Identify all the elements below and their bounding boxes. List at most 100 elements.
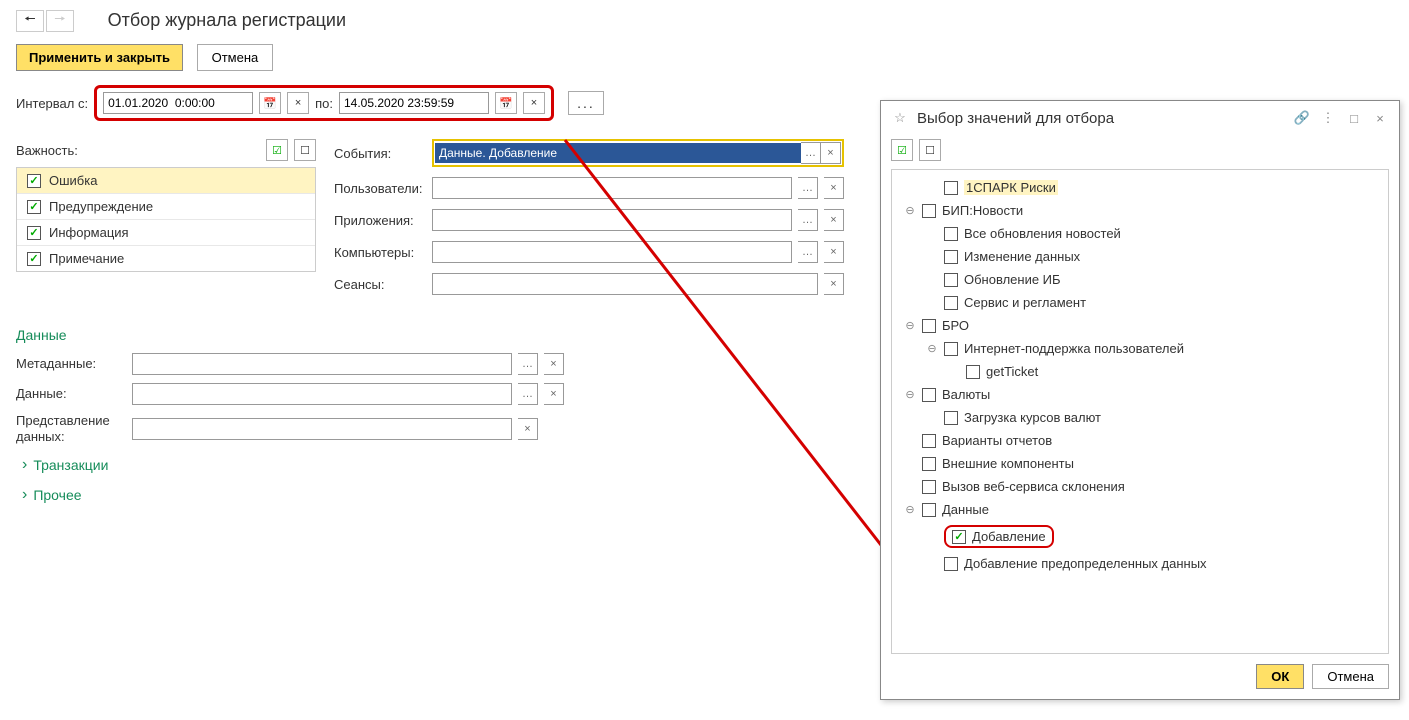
tree-node[interactable]: Вызов веб-сервиса склонения — [892, 475, 1388, 498]
tree-checkbox[interactable] — [922, 204, 936, 218]
tree-checkbox[interactable] — [944, 296, 958, 310]
importance-item-info[interactable]: ✓ Информация — [17, 220, 315, 246]
apps-clear-button[interactable]: × — [824, 209, 844, 231]
dialog-ok-button[interactable]: ОК — [1256, 664, 1304, 689]
clear-to-button[interactable]: × — [523, 92, 545, 114]
tree-toggle-icon[interactable]: ⊖ — [904, 388, 916, 401]
events-clear-button[interactable]: × — [821, 142, 841, 164]
tree-checkbox[interactable] — [922, 480, 936, 494]
link-icon[interactable]: 🔗 — [1293, 109, 1311, 127]
tree-toggle-icon[interactable]: ⊖ — [904, 503, 916, 516]
tree-node[interactable]: Загрузка курсов валют — [892, 406, 1388, 429]
tree-node[interactable]: Варианты отчетов — [892, 429, 1388, 452]
importance-item-error[interactable]: ✓ Ошибка — [17, 168, 315, 194]
tree-checkbox[interactable] — [922, 434, 936, 448]
interval-more-button[interactable]: ... — [568, 91, 604, 115]
data-clear-button[interactable]: × — [544, 383, 564, 405]
checkbox-icon[interactable]: ✓ — [27, 226, 41, 240]
importance-label: Важность: — [16, 143, 78, 158]
nav-forward-button[interactable]: 🠖 — [46, 10, 74, 32]
tree-node-highlight: ✓Добавление — [944, 525, 1054, 548]
repr-input[interactable] — [132, 418, 512, 440]
star-icon[interactable]: ☆ — [891, 109, 909, 127]
computers-input[interactable] — [432, 241, 792, 263]
calendar-from-icon[interactable]: 📅 — [259, 92, 281, 114]
interval-to-input[interactable] — [339, 92, 489, 114]
tree-checkbox[interactable]: ✓ — [952, 530, 966, 544]
tree-checkbox[interactable] — [944, 250, 958, 264]
deselect-all-button[interactable]: ☐ — [294, 139, 316, 161]
users-pick-button[interactable]: … — [798, 177, 818, 199]
tree-node[interactable]: Сервис и регламент — [892, 291, 1388, 314]
checkbox-icon[interactable]: ✓ — [27, 200, 41, 214]
tree-node[interactable]: ✓Добавление — [892, 521, 1388, 552]
importance-item-note[interactable]: ✓ Примечание — [17, 246, 315, 271]
metadata-pick-button[interactable]: … — [518, 353, 538, 375]
apps-label: Приложения: — [334, 213, 426, 228]
tree-node[interactable]: ⊖ Данные — [892, 498, 1388, 521]
tree-node[interactable]: Изменение данных — [892, 245, 1388, 268]
interval-from-input[interactable] — [103, 92, 253, 114]
metadata-clear-button[interactable]: × — [544, 353, 564, 375]
close-icon[interactable]: × — [1371, 109, 1389, 127]
tree-toggle-icon[interactable]: ⊖ — [904, 204, 916, 217]
data-pick-button[interactable]: … — [518, 383, 538, 405]
tree-node-label: 1СПАРК Риски — [964, 180, 1058, 195]
apps-pick-button[interactable]: … — [798, 209, 818, 231]
tree-checkbox[interactable] — [922, 503, 936, 517]
tree-toggle-icon[interactable]: ⊖ — [904, 319, 916, 332]
data-input[interactable] — [132, 383, 512, 405]
tree-node[interactable]: Добавление предопределенных данных — [892, 552, 1388, 575]
tree-checkbox[interactable] — [944, 557, 958, 571]
clear-from-button[interactable]: × — [287, 92, 309, 114]
tree-checkbox[interactable] — [944, 342, 958, 356]
users-clear-button[interactable]: × — [824, 177, 844, 199]
events-input[interactable]: Данные. Добавление — [435, 143, 801, 163]
metadata-input[interactable] — [132, 353, 512, 375]
tree-node[interactable]: Обновление ИБ — [892, 268, 1388, 291]
users-input[interactable] — [432, 177, 792, 199]
tree-node-label: Данные — [942, 502, 989, 517]
tree-node[interactable]: ⊖ БРО — [892, 314, 1388, 337]
tree-checkbox[interactable] — [922, 319, 936, 333]
sessions-clear-button[interactable]: × — [824, 273, 844, 295]
tree-checkbox[interactable] — [944, 181, 958, 195]
tree-node[interactable]: Внешние компоненты — [892, 452, 1388, 475]
computers-clear-button[interactable]: × — [824, 241, 844, 263]
sessions-input[interactable] — [432, 273, 818, 295]
repr-clear-button[interactable]: × — [518, 418, 538, 440]
events-pick-button[interactable]: … — [801, 142, 821, 164]
checkbox-icon[interactable]: ✓ — [27, 252, 41, 266]
tree-checkbox[interactable] — [944, 273, 958, 287]
more-icon[interactable]: ⋮ — [1319, 109, 1337, 127]
calendar-to-icon[interactable]: 📅 — [495, 92, 517, 114]
tree-node[interactable]: ⊖Валюты — [892, 383, 1388, 406]
apps-input[interactable] — [432, 209, 792, 231]
tree-toggle-icon[interactable]: ⊖ — [926, 342, 938, 355]
events-highlight: Данные. Добавление … × — [432, 139, 844, 167]
select-all-button[interactable]: ☑ — [266, 139, 288, 161]
tree-checkbox[interactable] — [944, 227, 958, 241]
repr-label: Представление данных: — [16, 413, 126, 444]
computers-pick-button[interactable]: … — [798, 241, 818, 263]
apply-close-button[interactable]: Применить и закрыть — [16, 44, 183, 71]
tree-node-label: БРО — [942, 318, 969, 333]
tree-node[interactable]: Все обновления новостей — [892, 222, 1388, 245]
dialog-deselect-all-button[interactable]: ☐ — [919, 139, 941, 161]
tree-node[interactable]: 1СПАРК Риски — [892, 176, 1388, 199]
tree-node[interactable]: getTicket — [892, 360, 1388, 383]
tree-node[interactable]: ⊖БИП:Новости — [892, 199, 1388, 222]
importance-item-warning[interactable]: ✓ Предупреждение — [17, 194, 315, 220]
dialog-cancel-button[interactable]: Отмена — [1312, 664, 1389, 689]
dialog-select-all-button[interactable]: ☑ — [891, 139, 913, 161]
tree-checkbox[interactable] — [966, 365, 980, 379]
tree-checkbox[interactable] — [922, 388, 936, 402]
checkbox-icon[interactable]: ✓ — [27, 174, 41, 188]
nav-back-button[interactable]: 🠔 — [16, 10, 44, 32]
tree-checkbox[interactable] — [944, 411, 958, 425]
cancel-button[interactable]: Отмена — [197, 44, 274, 71]
tree-checkbox[interactable] — [922, 457, 936, 471]
maximize-icon[interactable]: □ — [1345, 109, 1363, 127]
tree-node[interactable]: ⊖Интернет-поддержка пользователей — [892, 337, 1388, 360]
tree-list[interactable]: 1СПАРК Риски ⊖БИП:НовостиВсе обновления н… — [891, 169, 1389, 654]
